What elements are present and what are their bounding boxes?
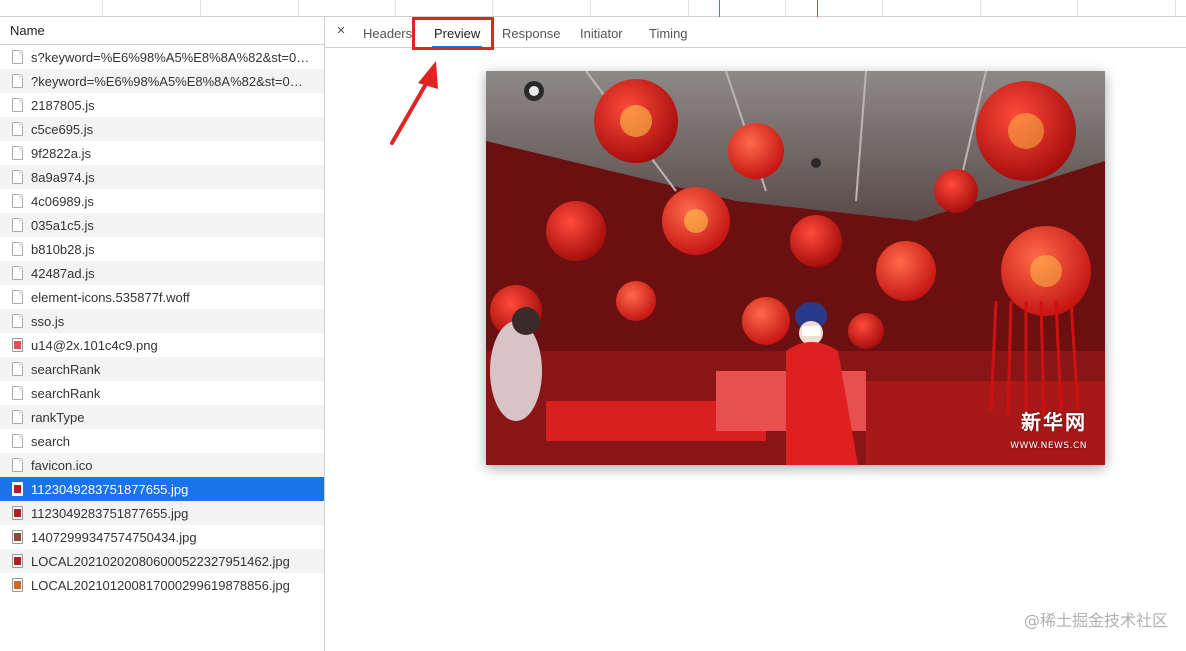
timeline-gridline xyxy=(590,0,591,17)
timeline-gridline xyxy=(1077,0,1078,17)
request-name: 1123049283751877655.jpg xyxy=(31,481,189,497)
request-row[interactable]: 1407299934757475043‌4.jpg xyxy=(0,525,324,549)
request-row[interactable]: s?keyword=%E6%98%A5%E8%8A%82&st=0&... xyxy=(0,45,324,69)
request-row[interactable]: LOCAL20210120081700029961987885‌6.jpg xyxy=(0,573,324,597)
timeline-gridline xyxy=(492,0,493,17)
document-icon xyxy=(12,146,23,160)
xinhua-watermark-url: WWW.NEWS.CN xyxy=(1010,441,1087,451)
request-name: searchRank xyxy=(31,361,101,377)
request-list: s?keyword=%E6%98%A5%E8%8A%82&st=0&... ?ke… xyxy=(0,45,324,597)
image-icon xyxy=(12,554,23,568)
request-row[interactable]: searchRank xyxy=(0,381,324,405)
request-row[interactable]: ?keyword=%E6%98%A5%E8%8A%82&st=0&_... xyxy=(0,69,324,93)
request-name: 42487ad.js xyxy=(31,265,95,281)
response-image-preview: 新华网 WWW.NEWS.CN xyxy=(486,71,1105,465)
xinhua-watermark-logo: 新华网 xyxy=(1021,410,1087,434)
request-list-pane: Name s?keyword=%E6%98%A5%E8%8A%82&st=0&.… xyxy=(0,17,325,651)
request-row[interactable]: 9f2822a.js xyxy=(0,141,324,165)
request-row[interactable]: element-icons.535877f.woff xyxy=(0,285,324,309)
request-row[interactable]: 035a1c5.js xyxy=(0,213,324,237)
document-icon xyxy=(12,410,23,424)
timeline-gridline xyxy=(882,0,883,17)
request-row[interactable]: 1123049283751877655.jpg xyxy=(0,501,324,525)
request-name: searchRank xyxy=(31,385,101,401)
tab-response[interactable]: Response xyxy=(502,17,561,48)
request-row[interactable]: search xyxy=(0,429,324,453)
request-name: favicon.ico xyxy=(31,457,93,473)
request-row[interactable]: c5ce695.js xyxy=(0,117,324,141)
request-name: search xyxy=(31,433,71,449)
document-icon xyxy=(12,122,23,136)
request-name: s?keyword=%E6%98%A5%E8%8A%82&st=0&... xyxy=(31,49,311,65)
image-icon xyxy=(12,530,23,544)
document-icon xyxy=(12,290,23,304)
document-icon xyxy=(12,98,23,112)
request-name: 1407299934757475043‌4.jpg xyxy=(31,529,197,545)
request-name: LOCAL20210120081700029961987885‌6.jpg xyxy=(31,577,290,593)
site-watermark: @稀土掘金技术社区 xyxy=(1023,611,1168,630)
timeline-gridline xyxy=(200,0,201,17)
request-name: 9f2822a.js xyxy=(31,145,91,161)
document-icon xyxy=(12,266,23,280)
load-event-marker xyxy=(817,0,818,17)
network-timeline-overview[interactable] xyxy=(0,0,1186,17)
detail-tabbar: × Headers Preview Response Initiator Tim… xyxy=(325,17,1186,48)
request-row[interactable]: b810b28.js xyxy=(0,237,324,261)
request-name: b810b28.js xyxy=(31,241,95,257)
request-name: ?keyword=%E6%98%A5%E8%8A%82&st=0&_... xyxy=(31,73,311,89)
timeline-gridline xyxy=(688,0,689,17)
request-name: 035a1c5.js xyxy=(31,217,94,233)
request-name: LOCAL20210202080600052232795146‌2.jpg xyxy=(31,553,290,569)
request-name: 8a9a974.js xyxy=(31,169,95,185)
image-icon xyxy=(12,506,23,520)
image-icon xyxy=(12,338,23,352)
document-icon xyxy=(12,458,23,472)
document-icon xyxy=(12,362,23,376)
document-icon xyxy=(12,194,23,208)
request-row[interactable]: 1123049283751877655.jpg xyxy=(0,477,324,501)
request-row[interactable]: u14@2x.101c4c9.png xyxy=(0,333,324,357)
image-icon xyxy=(12,482,23,496)
name-column-header[interactable]: Name xyxy=(0,17,324,45)
request-name: 4c06989.js xyxy=(31,193,94,209)
request-name: c5ce695.js xyxy=(31,121,94,137)
document-icon xyxy=(12,314,23,328)
close-detail-button[interactable]: × xyxy=(334,23,348,39)
request-name: sso.js xyxy=(31,313,65,329)
request-row[interactable]: 2187805.js xyxy=(0,93,324,117)
request-row[interactable]: sso.js xyxy=(0,309,324,333)
request-row[interactable]: 4c06989.js xyxy=(0,189,324,213)
lantern-market-photo xyxy=(486,71,1105,465)
request-name: 2187805.js xyxy=(31,97,95,113)
timeline-gridline xyxy=(980,0,981,17)
request-row[interactable]: 8a9a974.js xyxy=(0,165,324,189)
tab-initiator[interactable]: Initiator xyxy=(580,17,623,48)
timeline-gridline xyxy=(298,0,299,17)
tab-headers[interactable]: Headers xyxy=(363,17,412,48)
document-icon xyxy=(12,434,23,448)
timeline-gridline xyxy=(1175,0,1176,17)
timeline-gridline xyxy=(785,0,786,17)
document-icon xyxy=(12,242,23,256)
request-row[interactable]: LOCAL20210202080600052232795146‌2.jpg xyxy=(0,549,324,573)
image-icon xyxy=(12,578,23,592)
document-icon xyxy=(12,50,23,64)
document-icon xyxy=(12,74,23,88)
request-name: 1123049283751877655.jpg xyxy=(31,505,189,521)
document-icon xyxy=(12,218,23,232)
request-row[interactable]: favicon.ico xyxy=(0,453,324,477)
request-row[interactable]: searchRank xyxy=(0,357,324,381)
dom-content-loaded-marker xyxy=(719,0,720,17)
timeline-gridline xyxy=(102,0,103,17)
document-icon xyxy=(12,386,23,400)
tab-preview[interactable]: Preview xyxy=(431,17,483,48)
document-icon xyxy=(12,170,23,184)
request-name: element-icons.535877f.woff xyxy=(31,289,190,305)
request-name: rankType xyxy=(31,409,85,425)
timeline-gridline xyxy=(395,0,396,17)
request-row[interactable]: 42487ad.js xyxy=(0,261,324,285)
request-row[interactable]: rankType xyxy=(0,405,324,429)
request-name: u14@2x.101c4c9.png xyxy=(31,337,158,353)
tab-timing[interactable]: Timing xyxy=(649,17,688,48)
